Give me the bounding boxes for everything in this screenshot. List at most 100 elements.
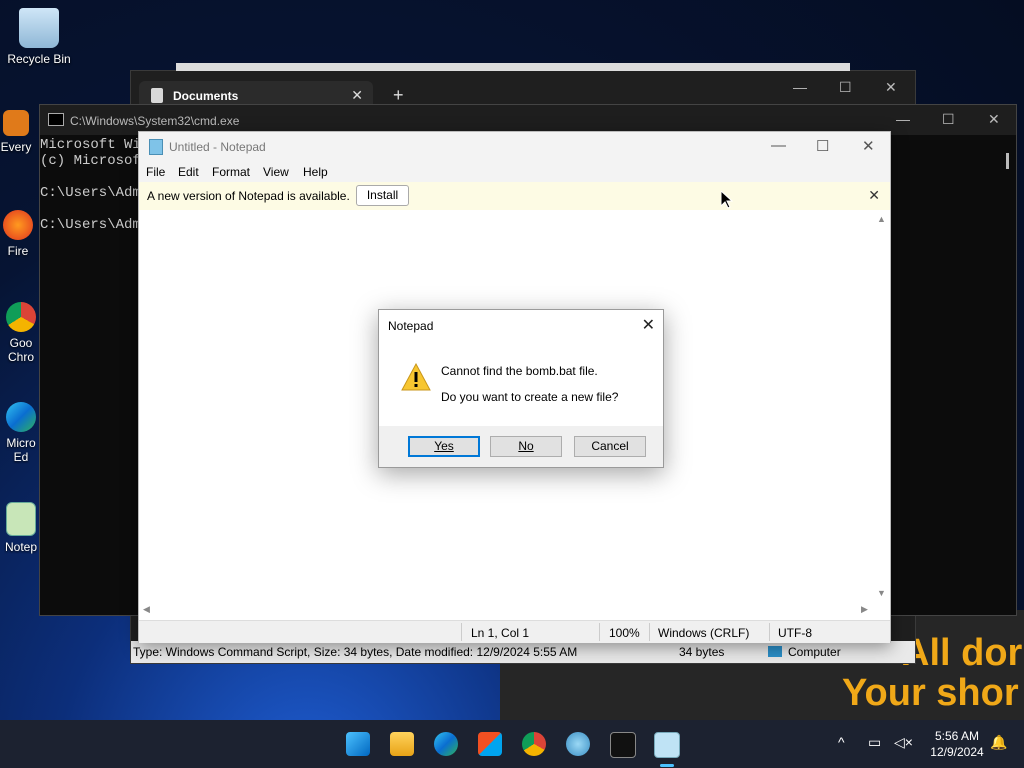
chevron-up-icon[interactable]: ^ bbox=[838, 734, 845, 750]
desktop-icon-everything[interactable]: Every bbox=[0, 110, 36, 154]
install-button[interactable]: Install bbox=[356, 185, 409, 206]
terminal-icon[interactable] bbox=[610, 732, 636, 758]
menu-edit[interactable]: Edit bbox=[178, 165, 199, 179]
no-label: No bbox=[518, 439, 534, 453]
scroll-right-icon[interactable]: ▶ bbox=[861, 604, 868, 615]
chrome-icon[interactable] bbox=[522, 732, 546, 756]
network-app-icon[interactable] bbox=[566, 732, 590, 756]
dialog-message-line2: Do you want to create a new file? bbox=[441, 390, 619, 404]
dialog-button-bar: Yes No Cancel bbox=[379, 426, 663, 467]
computer-icon bbox=[768, 646, 782, 657]
chrome-icon bbox=[6, 302, 36, 332]
notepad-titlebar[interactable]: Untitled - Notepad — ☐ ✕ bbox=[139, 132, 890, 160]
no-button[interactable]: No bbox=[490, 436, 562, 457]
status-encoding: UTF-8 bbox=[778, 626, 812, 640]
desktop-icon-notepad[interactable]: Notep bbox=[4, 502, 38, 554]
horizontal-scrollbar[interactable]: ◀ ▶ bbox=[139, 604, 874, 618]
cmd-icon bbox=[48, 113, 64, 126]
promo-line2: Your shor bbox=[842, 672, 1019, 714]
yes-label: Yes bbox=[434, 439, 454, 453]
dialog-title: Notepad bbox=[388, 319, 434, 333]
new-tab-button[interactable]: + bbox=[393, 85, 404, 106]
maximize-button[interactable]: ☐ bbox=[942, 111, 955, 128]
taskbar: ^ ▭ ◁× 5:56 AM 12/9/2024 🔔 bbox=[0, 720, 1024, 768]
update-message: A new version of Notepad is available. bbox=[147, 189, 350, 203]
menu-view[interactable]: View bbox=[263, 165, 289, 179]
status-separator bbox=[769, 623, 770, 641]
explorer-status-info: Type: Windows Command Script, Size: 34 b… bbox=[133, 645, 578, 659]
dialog-message-line1: Cannot find the bomb.bat file. bbox=[441, 364, 598, 378]
update-banner: A new version of Notepad is available. I… bbox=[139, 182, 890, 210]
menu-format[interactable]: Format bbox=[212, 165, 250, 179]
explorer-status-bar: Type: Windows Command Script, Size: 34 b… bbox=[131, 641, 915, 663]
status-position: Ln 1, Col 1 bbox=[471, 626, 530, 640]
cmd-scrollbar-thumb[interactable] bbox=[1006, 153, 1009, 169]
maximize-button[interactable]: ☐ bbox=[839, 79, 852, 96]
desktop-icon-label: Recycle Bin bbox=[7, 52, 71, 66]
vertical-scrollbar[interactable]: ▲ ▼ bbox=[874, 212, 888, 602]
everything-icon bbox=[3, 110, 29, 136]
dialog-close-icon[interactable]: ✕ bbox=[642, 315, 655, 335]
file-explorer-icon[interactable] bbox=[390, 732, 414, 756]
cmd-output[interactable]: Microsoft Wi (c) Microsof C:\Users\Adm C… bbox=[40, 137, 141, 233]
notepad-dialog: Notepad ✕ Cannot find the bomb.bat file.… bbox=[378, 309, 664, 468]
desktop-icon-label: Fire bbox=[7, 244, 29, 258]
clock[interactable]: 5:56 AM 12/9/2024 bbox=[926, 728, 988, 760]
scroll-down-icon[interactable]: ▼ bbox=[877, 588, 886, 598]
explorer-top-strip bbox=[176, 63, 850, 71]
desktop-icon-chrome[interactable]: Goo Chro bbox=[4, 302, 38, 364]
desktop-icon-firefox[interactable]: Fire bbox=[0, 210, 38, 258]
recycle-bin-icon bbox=[19, 8, 59, 48]
document-icon bbox=[151, 88, 163, 103]
network-icon[interactable]: ▭ bbox=[868, 734, 881, 751]
edge-icon[interactable] bbox=[434, 732, 458, 756]
cancel-button[interactable]: Cancel bbox=[574, 436, 646, 457]
close-button[interactable]: ✕ bbox=[885, 79, 897, 96]
cmd-title: C:\Windows\System32\cmd.exe bbox=[70, 114, 240, 128]
menu-file[interactable]: File bbox=[146, 165, 165, 179]
dismiss-banner-icon[interactable]: ✕ bbox=[868, 187, 880, 204]
store-icon[interactable] bbox=[478, 732, 502, 756]
status-separator bbox=[649, 623, 650, 641]
status-separator bbox=[599, 623, 600, 641]
minimize-button[interactable]: — bbox=[793, 79, 807, 95]
desktop-icon-label: Notep bbox=[4, 540, 38, 554]
notepad-icon bbox=[149, 139, 163, 155]
status-zoom: 100% bbox=[609, 626, 640, 640]
volume-muted-icon[interactable]: ◁× bbox=[894, 734, 913, 751]
mouse-cursor-icon bbox=[721, 191, 733, 209]
warning-icon bbox=[401, 363, 431, 391]
notepad-title: Untitled - Notepad bbox=[169, 140, 266, 154]
clock-time: 5:56 AM bbox=[934, 729, 980, 743]
desktop-icon-edge[interactable]: Micro Ed bbox=[4, 402, 38, 464]
active-app-indicator bbox=[660, 764, 674, 767]
desktop-icon-label: Goo Chro bbox=[7, 336, 34, 364]
notification-bell-icon[interactable]: 🔔 bbox=[990, 734, 1007, 751]
maximize-button[interactable]: ☐ bbox=[816, 137, 829, 155]
explorer-status-location: Computer bbox=[788, 645, 841, 659]
desktop-icon-recycle-bin[interactable]: Recycle Bin bbox=[4, 8, 74, 66]
firefox-icon bbox=[3, 210, 33, 240]
notepad-icon[interactable] bbox=[654, 732, 680, 758]
minimize-button[interactable]: — bbox=[771, 137, 786, 154]
explorer-tab-title: Documents bbox=[173, 89, 239, 103]
close-tab-icon[interactable]: ✕ bbox=[351, 87, 363, 104]
scroll-up-icon[interactable]: ▲ bbox=[877, 214, 886, 224]
edge-icon bbox=[6, 402, 36, 432]
close-button[interactable]: ✕ bbox=[862, 137, 875, 155]
notepad-status-bar: Ln 1, Col 1 100% Windows (CRLF) UTF-8 bbox=[139, 620, 890, 643]
status-line-ending: Windows (CRLF) bbox=[658, 626, 750, 640]
notepad-menubar: File Edit Format View Help bbox=[139, 160, 890, 182]
minimize-button[interactable]: — bbox=[896, 111, 910, 127]
desktop-icon-label: Micro Ed bbox=[6, 436, 36, 464]
start-icon[interactable] bbox=[346, 732, 370, 756]
yes-button[interactable]: Yes bbox=[408, 436, 480, 457]
scroll-left-icon[interactable]: ◀ bbox=[143, 604, 150, 615]
promo-line1: All dor bbox=[902, 632, 1023, 674]
close-button[interactable]: ✕ bbox=[988, 111, 1000, 128]
explorer-status-size: 34 bytes bbox=[679, 645, 725, 659]
menu-help[interactable]: Help bbox=[303, 165, 328, 179]
clock-date: 12/9/2024 bbox=[930, 745, 984, 759]
desktop-icon-label: Every bbox=[0, 140, 32, 154]
notepad-icon bbox=[6, 502, 36, 536]
